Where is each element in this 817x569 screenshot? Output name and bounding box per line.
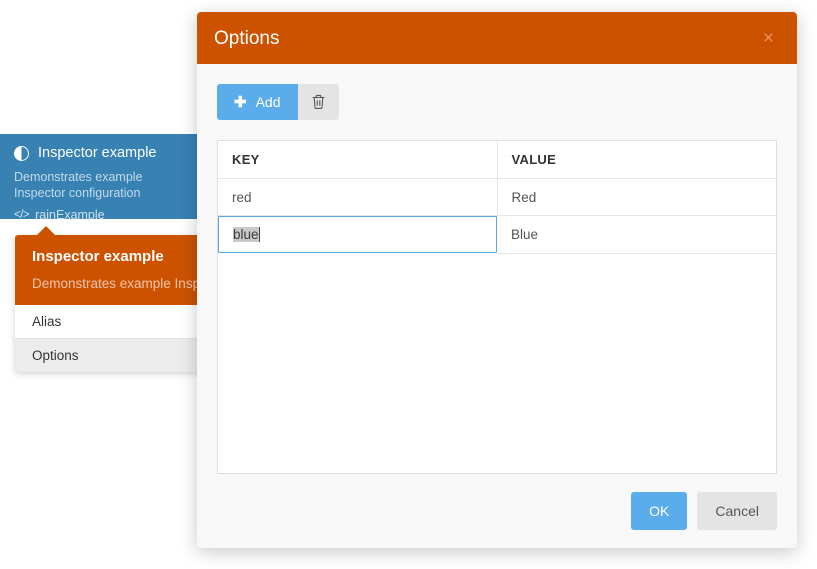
dialog-title: Options <box>214 27 280 49</box>
contrast-icon <box>14 146 29 161</box>
table-header-row: KEY VALUE <box>218 141 776 179</box>
table-toolbar: ✚ Add <box>217 84 777 120</box>
inspector-example-card: Inspector example Demonstrates example I… <box>0 134 218 222</box>
cell-key-red[interactable]: red <box>218 178 498 216</box>
ok-button[interactable]: OK <box>631 492 688 530</box>
key-input[interactable]: blue <box>218 216 497 253</box>
cell-key-blue-editing[interactable]: blue <box>218 215 497 253</box>
code-icon: </> <box>14 209 30 221</box>
inspector-card-header: Inspector example <box>14 146 204 161</box>
table-head: KEY VALUE <box>218 141 776 179</box>
delete-button[interactable] <box>297 84 339 120</box>
table-body: red Red blue Blue <box>218 178 776 254</box>
key-value-table: KEY VALUE red Red blue Blue <box>217 140 777 474</box>
inspector-card-description: Demonstrates example Inspector configura… <box>14 170 143 200</box>
cell-value-blue[interactable]: Blue <box>497 215 776 254</box>
options-dialog: Options × ✚ Add KEY VALUE red Red blue B… <box>197 12 797 548</box>
trash-icon <box>311 94 326 110</box>
cancel-button[interactable]: Cancel <box>697 492 777 530</box>
add-button[interactable]: ✚ Add <box>217 84 298 120</box>
key-value-table-grid: KEY VALUE red Red blue Blue <box>218 141 776 254</box>
table-row[interactable]: red Red <box>218 178 776 216</box>
column-header-value[interactable]: VALUE <box>497 141 776 179</box>
add-button-label: Add <box>255 94 281 110</box>
inspector-card-title: Inspector example <box>38 145 157 162</box>
table-empty-area <box>218 253 776 473</box>
text-caret <box>258 227 260 242</box>
inspector-card-code-label: rainExample <box>35 208 105 222</box>
table-row[interactable]: blue Blue <box>218 215 776 254</box>
plus-icon: ✚ <box>234 93 247 111</box>
popover-caret-icon <box>37 226 55 235</box>
key-input-selected-text: blue <box>233 227 259 242</box>
dialog-header: Options × <box>197 12 797 64</box>
cell-value-red[interactable]: Red <box>497 178 776 216</box>
close-icon[interactable]: × <box>759 27 778 50</box>
column-header-key[interactable]: KEY <box>218 141 498 179</box>
dialog-body: ✚ Add KEY VALUE red Red blue Blue <box>197 64 797 474</box>
dialog-footer: OK Cancel <box>197 474 797 548</box>
inspector-card-code-link[interactable]: </> rainExample <box>14 208 204 222</box>
